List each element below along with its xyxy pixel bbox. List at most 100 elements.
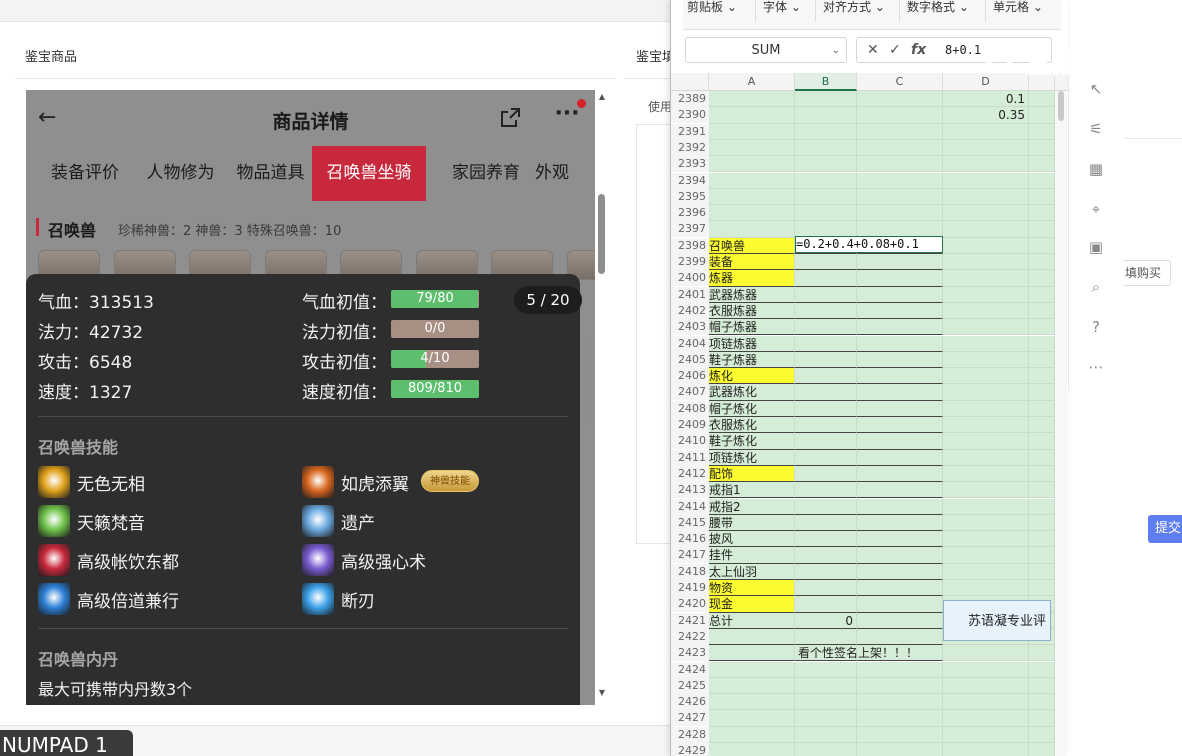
cell-b[interactable] <box>795 514 857 532</box>
cell-a[interactable] <box>709 743 795 756</box>
row-number[interactable]: 2392 <box>671 139 709 156</box>
cell-a[interactable] <box>709 139 795 157</box>
cell-c[interactable] <box>857 417 943 434</box>
cell-c[interactable] <box>857 433 943 450</box>
cell-e[interactable] <box>1029 91 1055 108</box>
cell-a[interactable]: 炼器 <box>709 270 795 287</box>
formula-input[interactable]: 8+0.1 <box>945 43 981 57</box>
cell-e[interactable] <box>1029 172 1055 189</box>
row-number[interactable]: 2410 <box>671 433 709 450</box>
cell-b[interactable] <box>795 547 857 564</box>
scrollbar-thumb[interactable] <box>598 194 605 274</box>
cell-d[interactable] <box>943 270 1029 287</box>
row-number[interactable]: 2403 <box>671 319 709 336</box>
cell-e[interactable] <box>1029 221 1055 238</box>
cell-c[interactable] <box>857 188 943 206</box>
row-number[interactable]: 2394 <box>671 172 709 189</box>
submit-button[interactable]: 提交 <box>1148 515 1182 543</box>
function-icon[interactable]: fx <box>911 42 926 58</box>
pin-icon[interactable]: ⌖ <box>1087 200 1105 218</box>
cell-e[interactable] <box>1029 286 1055 303</box>
cell-b[interactable] <box>795 139 857 157</box>
cell-b[interactable] <box>795 417 857 434</box>
page-scrollbar[interactable]: ▲ ▼ <box>596 92 608 702</box>
cell-b[interactable] <box>795 628 857 646</box>
cell-c[interactable] <box>857 563 943 580</box>
cell-d[interactable] <box>943 368 1029 385</box>
cell-a[interactable]: 武器炼化 <box>709 384 795 401</box>
cell-c[interactable] <box>857 400 943 417</box>
cell-c[interactable] <box>857 107 943 124</box>
cell-c[interactable] <box>857 123 943 140</box>
row-number[interactable]: 2408 <box>671 400 709 417</box>
row-number[interactable]: 2427 <box>671 710 709 727</box>
row-number[interactable]: 2398 <box>671 237 709 254</box>
cell-a[interactable] <box>709 710 795 727</box>
cell-d[interactable] <box>943 384 1029 401</box>
cell-a[interactable] <box>709 123 795 140</box>
search-doc-icon[interactable]: ⌕ <box>1087 278 1105 296</box>
cell-e[interactable] <box>1029 547 1055 564</box>
cell-d[interactable] <box>943 156 1029 173</box>
cell-b[interactable] <box>795 351 857 369</box>
cell-a[interactable] <box>709 628 795 646</box>
cell-c[interactable] <box>857 139 943 157</box>
tab-4[interactable]: 家园养育 <box>438 146 534 201</box>
cell-c[interactable] <box>857 156 943 173</box>
chevron-down-icon[interactable]: ⌄ <box>832 38 840 64</box>
cell-d[interactable] <box>943 351 1029 369</box>
cell-d[interactable] <box>943 254 1029 271</box>
cell-d[interactable] <box>943 286 1029 303</box>
cell-d[interactable] <box>943 400 1029 417</box>
cell-c[interactable] <box>857 205 943 222</box>
help-icon[interactable]: ? <box>1087 318 1105 336</box>
cell-c[interactable] <box>857 498 943 515</box>
cell-b[interactable] <box>795 91 857 108</box>
cell-b[interactable] <box>795 449 857 466</box>
cell-d[interactable] <box>943 531 1029 548</box>
cell-c[interactable] <box>857 319 943 336</box>
cell-b[interactable] <box>795 726 857 743</box>
cell-e[interactable] <box>1029 107 1055 124</box>
cell-e[interactable] <box>1029 417 1055 434</box>
cell-e[interactable] <box>1029 743 1055 756</box>
cell-e[interactable] <box>1029 661 1055 678</box>
cell-b[interactable] <box>795 335 857 352</box>
cell-b[interactable] <box>795 384 857 401</box>
cell-d[interactable] <box>943 563 1029 580</box>
cell-b[interactable] <box>795 482 857 499</box>
cell-b[interactable] <box>795 368 857 385</box>
cell-b[interactable] <box>795 433 857 450</box>
row-number[interactable]: 2424 <box>671 661 709 678</box>
cell-c[interactable] <box>857 384 943 401</box>
cell-c[interactable] <box>857 91 943 108</box>
cell-d[interactable] <box>943 580 1029 597</box>
row-number[interactable]: 2418 <box>671 563 709 580</box>
image-icon[interactable]: ▣ <box>1087 238 1105 256</box>
cell-a[interactable] <box>709 726 795 743</box>
cell-d[interactable] <box>943 221 1029 238</box>
row-number[interactable]: 2405 <box>671 351 709 368</box>
row-number[interactable]: 2426 <box>671 694 709 711</box>
cell-e[interactable] <box>1029 726 1055 743</box>
cell-a[interactable]: 戒指2 <box>709 498 795 515</box>
cell-c[interactable] <box>857 710 943 727</box>
cell-b[interactable] <box>795 743 857 756</box>
cell-d[interactable] <box>943 710 1029 727</box>
cell-a[interactable]: 装备 <box>709 254 795 271</box>
cell-b[interactable] <box>795 123 857 140</box>
row-number[interactable]: 2393 <box>671 156 709 173</box>
cell-e[interactable] <box>1029 400 1055 417</box>
cell-b[interactable]: 看个性签名上架！！！ <box>795 645 918 662</box>
skill-item[interactable]: 断刃 <box>302 583 522 615</box>
cell-b[interactable] <box>795 156 857 173</box>
row-number[interactable]: 2409 <box>671 417 709 433</box>
share-icon[interactable] <box>498 106 522 130</box>
popup-scrollbar-thumb[interactable] <box>583 342 591 422</box>
tab-5[interactable]: 外观 <box>534 146 570 201</box>
row-number[interactable]: 2399 <box>671 254 709 270</box>
skill-item[interactable]: 无色无相 <box>38 466 258 498</box>
column-header[interactable]: C <box>857 73 943 91</box>
cell-d[interactable] <box>943 514 1029 532</box>
cell-d[interactable] <box>943 319 1029 336</box>
